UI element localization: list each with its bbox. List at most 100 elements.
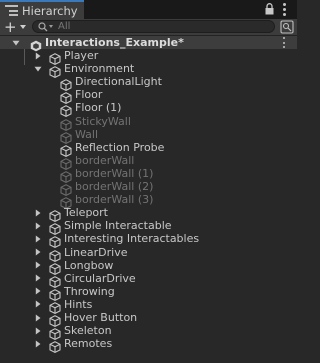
scene-visibility-icon[interactable] xyxy=(280,20,294,34)
hierarchy-item[interactable]: Reflection Probe xyxy=(0,140,297,157)
hierarchy-item[interactable]: borderWall (2) xyxy=(0,180,297,197)
item-label: Simple Interactable xyxy=(64,219,172,233)
hierarchy-item[interactable]: Hints xyxy=(0,297,297,314)
search-input[interactable] xyxy=(58,21,258,32)
hierarchy-item[interactable]: Skeleton xyxy=(0,324,297,341)
item-label: LinearDrive xyxy=(64,245,128,259)
item-label: Hover Button xyxy=(64,310,138,324)
expand-arrow-right-icon[interactable] xyxy=(33,311,43,324)
hierarchy-item[interactable]: DirectionalLight xyxy=(0,75,297,92)
hierarchy-item[interactable]: borderWall (3) xyxy=(0,193,297,210)
hierarchy-panel: Hierarchy + Interactions_Example*PlayerE… xyxy=(0,0,297,363)
hierarchy-item[interactable]: Teleport xyxy=(0,206,297,223)
item-label: DirectionalLight xyxy=(75,75,162,89)
gameobject-cube-icon xyxy=(60,116,72,131)
item-label: StickyWall xyxy=(75,114,131,128)
item-label: Reflection Probe xyxy=(75,140,165,154)
gameobject-cube-icon xyxy=(49,325,61,341)
hierarchy-item[interactable]: Interesting Interactables xyxy=(0,232,297,249)
scene-menu-icon[interactable] xyxy=(283,37,286,48)
item-label: Hints xyxy=(64,297,93,311)
gameobject-cube-icon xyxy=(49,247,61,262)
kebab-menu-icon[interactable] xyxy=(283,3,287,16)
item-label: Player xyxy=(64,49,99,63)
hierarchy-item[interactable]: Floor (1) xyxy=(0,101,297,118)
expand-arrow-right-icon[interactable] xyxy=(33,219,43,232)
item-label: Interactions_Example* xyxy=(45,36,184,49)
hierarchy-item[interactable]: Environment xyxy=(0,62,297,79)
item-label: borderWall (2) xyxy=(75,180,154,194)
gameobject-cube-icon xyxy=(60,181,72,197)
expand-arrow-right-icon[interactable] xyxy=(33,49,43,62)
hierarchy-item[interactable]: borderWall xyxy=(0,154,297,170)
expand-arrow-right-icon[interactable] xyxy=(33,337,43,350)
gameobject-cube-icon xyxy=(60,129,72,144)
tree-guide-line xyxy=(24,49,25,65)
gameobject-cube-icon xyxy=(49,312,61,327)
gameobject-cube-icon xyxy=(49,299,61,314)
gameobject-cube-icon xyxy=(49,63,61,79)
tab-bar: Hierarchy xyxy=(0,0,297,19)
hierarchy-icon xyxy=(5,5,18,16)
gameobject-cube-icon xyxy=(49,207,61,223)
gameobject-cube-icon xyxy=(49,233,61,249)
expand-arrow-right-icon[interactable] xyxy=(33,272,43,285)
gameobject-cube-icon xyxy=(60,102,72,118)
gameobject-cube-icon xyxy=(49,50,61,66)
hierarchy-item[interactable]: CircularDrive xyxy=(0,271,297,288)
hierarchy-item[interactable]: Simple Interactable xyxy=(0,219,297,236)
hierarchy-item[interactable]: Floor xyxy=(0,88,297,105)
tab-title: Hierarchy xyxy=(22,3,78,18)
hierarchy-item[interactable]: StickyWall xyxy=(0,114,297,131)
expand-arrow-right-icon[interactable] xyxy=(33,232,43,245)
item-label: Teleport xyxy=(64,206,108,220)
expand-arrow-right-icon[interactable] xyxy=(33,285,43,298)
scene-row[interactable]: Interactions_Example* xyxy=(0,36,297,52)
item-label: Longbow xyxy=(64,258,114,272)
search-icon xyxy=(38,21,48,31)
expand-arrow-down-icon[interactable] xyxy=(11,36,21,49)
expand-arrow-right-icon[interactable] xyxy=(33,298,43,311)
gameobject-cube-icon xyxy=(60,76,72,92)
search-dropdown-icon[interactable] xyxy=(49,25,53,28)
item-label: CircularDrive xyxy=(64,271,136,285)
hierarchy-tree: Interactions_Example* Player Environment Di… xyxy=(0,36,297,354)
hierarchy-item[interactable]: Hover Button xyxy=(0,310,297,327)
gameobject-cube-icon xyxy=(60,142,72,157)
unity-scene-icon xyxy=(30,37,42,52)
hierarchy-item[interactable]: borderWall (1) xyxy=(0,167,297,183)
gameobject-cube-icon xyxy=(60,155,72,170)
plus-icon: + xyxy=(4,17,17,36)
lock-icon[interactable] xyxy=(265,3,274,15)
gameobject-cube-icon xyxy=(60,89,72,105)
hierarchy-item[interactable]: LinearDrive xyxy=(0,245,297,262)
gameobject-cube-icon xyxy=(49,273,61,288)
item-label: Skeleton xyxy=(64,324,112,338)
item-label: Wall xyxy=(75,127,99,141)
gameobject-cube-icon xyxy=(49,260,61,275)
gameobject-cube-icon xyxy=(49,220,61,236)
item-label: Environment xyxy=(64,62,135,76)
hierarchy-item[interactable]: Player xyxy=(0,49,297,66)
hierarchy-item[interactable]: Longbow xyxy=(0,258,297,275)
item-label: Interesting Interactables xyxy=(64,232,200,246)
expand-arrow-right-icon[interactable] xyxy=(33,324,43,337)
item-label: borderWall (3) xyxy=(75,193,154,207)
gameobject-cube-icon xyxy=(49,286,61,301)
hierarchy-item[interactable]: Wall xyxy=(0,127,297,144)
hierarchy-item[interactable]: Remotes xyxy=(0,337,297,354)
item-label: Throwing xyxy=(64,284,115,298)
create-button[interactable]: + xyxy=(2,17,28,36)
item-label: Remotes xyxy=(64,337,113,351)
hierarchy-item[interactable]: Throwing xyxy=(0,284,297,301)
expand-arrow-down-icon[interactable] xyxy=(33,62,43,75)
expand-arrow-right-icon[interactable] xyxy=(33,246,43,259)
chevron-down-icon xyxy=(19,25,26,29)
search-field[interactable] xyxy=(32,20,275,33)
expand-arrow-right-icon[interactable] xyxy=(33,206,43,219)
item-label: Floor (1) xyxy=(75,101,122,115)
tab-hierarchy[interactable]: Hierarchy xyxy=(0,0,84,19)
expand-arrow-right-icon[interactable] xyxy=(33,259,43,272)
gameobject-cube-icon xyxy=(60,194,72,210)
item-label: Floor xyxy=(75,88,103,102)
